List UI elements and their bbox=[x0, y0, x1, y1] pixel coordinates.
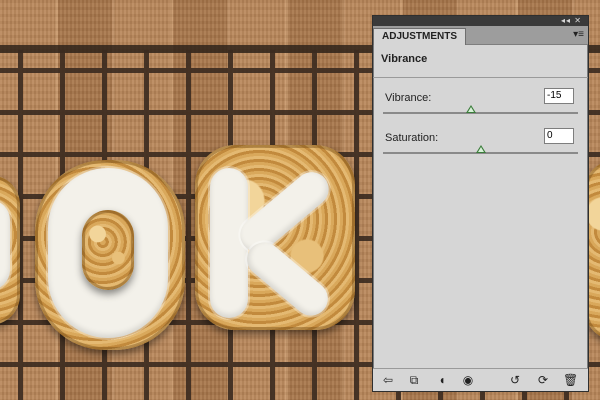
mask-icon[interactable]: ◖ bbox=[435, 373, 449, 387]
collapse-close-buttons[interactable]: ◂◂ ✕ bbox=[561, 16, 582, 26]
saturation-input[interactable]: 0 bbox=[544, 128, 574, 144]
view-previous-icon[interactable]: ↺ bbox=[508, 373, 522, 387]
saturation-row: Saturation: 0 bbox=[381, 128, 580, 166]
reset-icon[interactable]: ⟳ bbox=[536, 373, 550, 387]
panel-tab-row: ADJUSTMENTS ▾≡ bbox=[373, 26, 588, 45]
section-divider bbox=[373, 77, 588, 78]
saturation-slider-thumb[interactable] bbox=[475, 145, 486, 153]
back-arrow-icon[interactable]: ⇦ bbox=[381, 373, 395, 387]
vibrance-slider-track[interactable] bbox=[383, 112, 578, 114]
section-title: Vibrance bbox=[381, 53, 428, 65]
tab-adjustments[interactable]: ADJUSTMENTS bbox=[373, 28, 467, 45]
saturation-label: Saturation: bbox=[385, 132, 439, 144]
eye-icon[interactable]: ◉ bbox=[461, 373, 475, 387]
icing-left bbox=[0, 200, 10, 290]
panel-menu-icon[interactable]: ▾≡ bbox=[573, 29, 584, 40]
vibrance-slider-thumb[interactable] bbox=[465, 105, 476, 113]
vibrance-input[interactable]: -15 bbox=[544, 88, 574, 104]
trash-icon[interactable]: 🗑 bbox=[563, 373, 578, 387]
adjustments-panel: ◂◂ ✕ ADJUSTMENTS ▾≡ Vibrance Vibrance: -… bbox=[372, 15, 589, 392]
vibrance-row: Vibrance: -15 bbox=[381, 88, 580, 126]
clip-to-layer-icon[interactable]: ⧉ bbox=[407, 373, 421, 387]
panel-titlebar[interactable]: ◂◂ ✕ bbox=[373, 16, 588, 26]
panel-footer: ⇦ ⧉ ◖ ◉ ↺ ⟳ 🗑 bbox=[373, 368, 588, 391]
panel-body: Vibrance Vibrance: -15 Saturation: 0 bbox=[373, 45, 588, 166]
cookie-o-hole bbox=[82, 210, 134, 290]
vibrance-label: Vibrance: bbox=[385, 92, 432, 104]
